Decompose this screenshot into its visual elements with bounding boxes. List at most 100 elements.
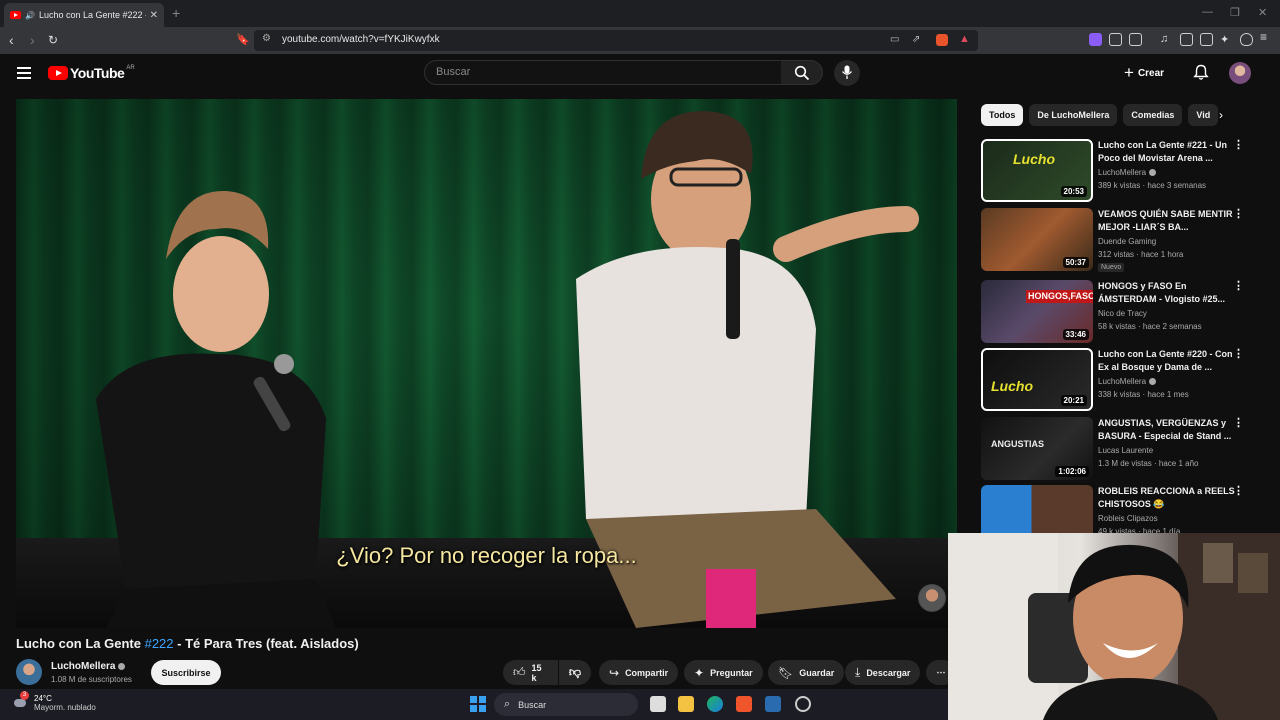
maximize-icon[interactable]: ❐ [1230,6,1240,19]
weather-widget[interactable]: 3 24°C Mayorm. nublado [12,691,96,712]
site-info-icon[interactable]: ⚙ [262,33,271,44]
video-thumbnail[interactable]: ANGUSTIAS 1:02:06 [981,417,1093,480]
extensions-puzzle-icon[interactable] [1109,33,1122,46]
share-label: Compartir [625,667,669,678]
sidebar-icon[interactable] [1180,33,1193,46]
video-duration: 20:21 [1060,395,1087,406]
back-icon[interactable]: ‹ [9,32,14,48]
hamburger-menu-icon[interactable] [17,67,31,79]
task-view-icon[interactable] [650,696,666,712]
close-tab-icon[interactable]: ✕ [150,10,158,21]
share-icon[interactable]: ⇗ [912,34,920,45]
recommendation-title[interactable]: Lucho con La Gente #221 - Un Poco del Mo… [1098,139,1238,165]
webcam-overlay [948,533,1280,720]
chip-comedias[interactable]: Comedias [1123,104,1183,126]
brave-rewards-icon[interactable]: ▲ [959,33,970,45]
like-button[interactable]: 👍︎ 15 k [503,660,558,685]
notification-badge: 3 [20,691,29,700]
voice-search-button[interactable] [834,60,860,86]
extension-icon[interactable] [1089,33,1102,46]
youtube-logo[interactable]: YouTube AR [48,65,135,81]
file-explorer-icon[interactable] [678,696,694,712]
ask-label: Preguntar [710,667,753,678]
media-icon[interactable]: ♫ [1160,33,1173,46]
chip-de-luchomellera[interactable]: De LuchoMellera [1029,104,1118,126]
search-input[interactable] [425,61,781,83]
windows-start-icon[interactable] [470,696,486,712]
more-vertical-icon[interactable]: ⋮ [1233,348,1244,361]
video-thumbnail[interactable]: HONGOS,FASO 33:46 [981,280,1093,343]
forward-icon[interactable]: › [30,32,35,48]
recommendation-item[interactable]: 50:37 VEAMOS QUIÉN SABE MENTIR MEJOR -LI… [981,208,1246,272]
video-duration: 1:02:06 [1055,466,1089,477]
title-hashtag[interactable]: #222 [145,636,174,651]
ai-sparkle-icon[interactable]: ✦ [1220,33,1233,46]
recommendation-channel[interactable]: Lucas Laurente [1098,446,1153,455]
logo-text: YouTube [70,65,125,81]
video-thumbnail[interactable]: Lucho 20:21 [981,348,1093,411]
create-button[interactable]: + Crear [1124,62,1164,84]
menu-icon[interactable]: ≡ [1260,30,1273,44]
channel-watermark-avatar[interactable] [918,584,946,612]
more-vertical-icon[interactable]: ⋮ [1233,417,1244,430]
recommendation-item[interactable]: HONGOS,FASO 33:46 HONGOS y FASO En ÁMSTE… [981,280,1246,344]
settings-gear-icon[interactable] [795,696,811,712]
video-thumbnail[interactable]: Lucho 20:53 [981,139,1093,202]
recommendation-channel[interactable]: Robleis Clipazos [1098,514,1158,523]
photos-icon[interactable] [765,696,781,712]
brave-shields-icon[interactable] [936,34,948,46]
recommendation-item[interactable]: Lucho 20:21 Lucho con La Gente #220 - Co… [981,348,1246,412]
share-button[interactable]: ↪ Compartir [599,660,679,685]
video-player[interactable]: ¿Vio? Por no recoger la ropa... [16,99,957,628]
recommendation-title[interactable]: VEAMOS QUIÉN SABE MENTIR MEJOR -LIAR´S B… [1098,208,1238,234]
channel-name[interactable]: LuchoMellera [51,661,126,672]
address-bar[interactable]: ⚙ youtube.com/watch?v=fYKJiKwyfxk ▭ ⇗ ▲ [254,30,978,51]
recommendation-title[interactable]: ANGUSTIAS, VERGÜENZAS y BASURA - Especia… [1098,417,1238,443]
recommendation-channel-text[interactable]: LuchoMellera [1098,168,1146,177]
close-window-icon[interactable]: ✕ [1258,6,1267,19]
subscribe-button[interactable]: Suscribirse [151,660,221,685]
cast-icon[interactable]: ▭ [890,34,899,45]
recommendation-channel-text[interactable]: LuchoMellera [1098,377,1146,386]
recommendation-title[interactable]: Lucho con La Gente #220 - Con Ex al Bosq… [1098,348,1238,374]
more-vertical-icon[interactable]: ⋮ [1233,208,1244,221]
recommendation-channel[interactable]: Nico de Tracy [1098,309,1147,318]
recommendation-channel[interactable]: LuchoMellera [1098,168,1157,177]
speaker-icon[interactable]: 🔊 [25,11,35,20]
browser-tab[interactable]: 🔊 Lucho con La Gente #222 - Té ✕ [4,3,164,27]
recommendation-title[interactable]: HONGOS y FASO En ÁMSTERDAM - Vlogisto #2… [1098,280,1238,306]
video-thumbnail[interactable]: 50:37 [981,208,1093,271]
ask-button[interactable]: ✦ Preguntar [684,660,763,685]
video-title: Lucho con La Gente #222 - Té Para Tres (… [16,636,359,651]
bookmark-icon[interactable]: 🔖 [236,32,250,48]
recommendation-channel[interactable]: LuchoMellera [1098,377,1157,386]
account-avatar[interactable] [1229,62,1251,84]
recommendation-item[interactable]: Lucho 20:53 Lucho con La Gente #221 - Un… [981,139,1246,203]
recommendation-channel[interactable]: Duende Gaming [1098,237,1156,246]
chevron-right-icon[interactable]: › [1219,108,1223,122]
chip-videos[interactable]: Vid [1188,104,1219,126]
reload-icon[interactable]: ↻ [48,32,58,48]
channel-name-text[interactable]: LuchoMellera [51,661,115,672]
recommendation-item[interactable]: ANGUSTIAS 1:02:06 ANGUSTIAS, VERGÜENZAS … [981,417,1246,481]
minimize-icon[interactable]: — [1202,6,1213,18]
edge-browser-icon[interactable] [707,696,723,712]
more-vertical-icon[interactable]: ⋮ [1233,485,1244,498]
chip-todos[interactable]: Todos [981,104,1024,126]
taskbar-search[interactable]: ⌕ Buscar [494,693,638,716]
extension-box-icon[interactable] [1129,33,1142,46]
recommendation-title[interactable]: ROBLEIS REACCIONA a REELS CHISTOSOS 😂 [1098,485,1238,511]
verified-icon [118,663,126,670]
save-button[interactable]: 🔖︎ Guardar [768,660,845,685]
wallet-icon[interactable] [1200,33,1213,46]
channel-avatar[interactable] [16,659,42,685]
shield-icon[interactable] [1240,33,1253,46]
notifications-bell-icon[interactable] [1193,64,1209,81]
dislike-button[interactable]: 👎︎ [559,660,591,685]
search-button[interactable] [781,60,823,85]
more-vertical-icon[interactable]: ⋮ [1233,280,1244,293]
download-button[interactable]: ⤓ Descargar [845,660,921,685]
brave-browser-icon[interactable] [736,696,752,712]
more-vertical-icon[interactable]: ⋮ [1233,139,1244,152]
new-tab-button[interactable]: + [172,5,180,21]
